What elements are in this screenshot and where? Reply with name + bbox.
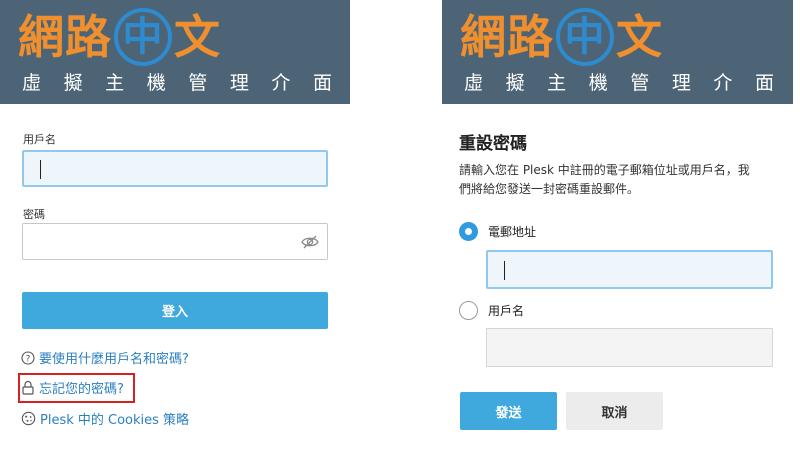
send-button[interactable]: 發送: [460, 392, 557, 430]
brand-subtitle-char: 介: [271, 72, 291, 94]
brand-subtitle-char: 擬: [63, 72, 83, 94]
password-label: 密碼: [23, 208, 45, 221]
brand-logo-part2: 文: [174, 10, 221, 64]
cookies-link-text: Plesk 中的 Cookies 策略: [40, 413, 190, 428]
brand-subtitle-char: 理: [671, 72, 691, 94]
brand-header: 網路 中 文 虛 擬 主 機 管 理 介 面: [0, 0, 350, 104]
username-radio[interactable]: [459, 301, 478, 320]
brand-logo: 網路 中 文: [18, 8, 221, 66]
username-input[interactable]: [22, 150, 328, 187]
email-radio[interactable]: [459, 222, 478, 241]
reset-password-panel: 網路 中 文 虛 擬 主 機 管 理 介 面 重設密碼 請輸入您在 Plesk …: [442, 0, 793, 440]
cookies-link[interactable]: Plesk 中的 Cookies 策略: [21, 409, 189, 428]
brand-subtitle-char: 面: [754, 72, 774, 94]
reset-password-title: 重設密碼: [459, 134, 527, 154]
brand-logo-circle: 中: [114, 8, 172, 66]
password-input[interactable]: [22, 223, 328, 260]
username-reset-input[interactable]: [486, 328, 773, 367]
brand-logo-part1: 網路: [460, 10, 554, 64]
help-link-text: 要使用什麼用戶名和密碼?: [39, 352, 189, 367]
forgot-password-link-text: 忘記您的密碼?: [39, 382, 124, 397]
cookie-icon: [21, 411, 36, 426]
brand-subtitle-char: 主: [105, 72, 125, 94]
username-label: 用戶名: [23, 133, 56, 146]
eye-slash-icon[interactable]: [301, 234, 319, 250]
brand-subtitle-char: 介: [713, 72, 733, 94]
brand-subtitle-char: 主: [547, 72, 567, 94]
brand-subtitle-char: 機: [146, 72, 166, 94]
login-button[interactable]: 登入: [22, 292, 328, 329]
help-link[interactable]: ? 要使用什麼用戶名和密碼?: [21, 348, 189, 367]
brand-subtitle-char: 理: [229, 72, 249, 94]
brand-subtitle: 虛 擬 主 機 管 理 介 面: [22, 70, 332, 96]
brand-subtitle-char: 面: [312, 72, 332, 94]
brand-header: 網路 中 文 虛 擬 主 機 管 理 介 面: [442, 0, 793, 104]
svg-text:?: ?: [26, 354, 31, 364]
brand-subtitle-char: 機: [588, 72, 608, 94]
login-panel: 網路 中 文 虛 擬 主 機 管 理 介 面 用戶名 密碼 登入 ? 要使用什麼…: [0, 0, 350, 440]
brand-subtitle-char: 擬: [505, 72, 525, 94]
forgot-password-link[interactable]: 忘記您的密碼?: [21, 378, 124, 397]
question-circle-icon: ?: [21, 350, 35, 365]
email-input[interactable]: [486, 250, 773, 289]
brand-logo-part2: 文: [616, 10, 663, 64]
lock-icon: [22, 380, 34, 395]
email-option[interactable]: 電郵地址: [459, 222, 536, 241]
brand-logo-circle: 中: [556, 8, 614, 66]
username-option-label: 用戶名: [488, 304, 525, 318]
brand-logo: 網路 中 文: [460, 8, 663, 66]
brand-subtitle-char: 管: [630, 72, 650, 94]
text-caret: [504, 261, 505, 280]
brand-subtitle-char: 管: [188, 72, 208, 94]
reset-password-description: 請輸入您在 Plesk 中註冊的電子郵箱位址或用戶名，我們將給您發送一封密碼重設…: [459, 163, 750, 196]
text-caret: [40, 160, 41, 179]
brand-subtitle: 虛 擬 主 機 管 理 介 面: [464, 70, 774, 96]
brand-subtitle-char: 虛: [22, 72, 42, 94]
brand-logo-part1: 網路: [18, 10, 112, 64]
email-option-label: 電郵地址: [488, 225, 537, 239]
username-option[interactable]: 用戶名: [459, 301, 524, 320]
cancel-button[interactable]: 取消: [566, 392, 663, 430]
brand-subtitle-char: 虛: [464, 72, 484, 94]
